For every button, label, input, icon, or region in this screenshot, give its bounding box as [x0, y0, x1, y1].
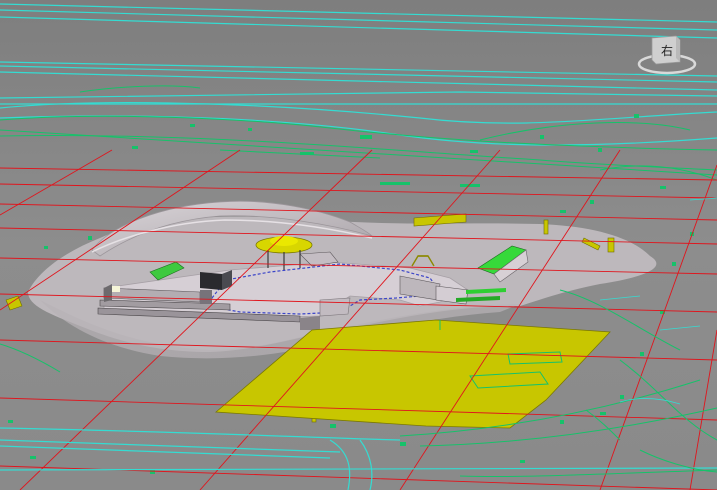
- 3d-viewport[interactable]: 右: [0, 0, 717, 490]
- cad-scene[interactable]: [0, 0, 717, 490]
- view-cube-face-label[interactable]: 右: [657, 41, 677, 61]
